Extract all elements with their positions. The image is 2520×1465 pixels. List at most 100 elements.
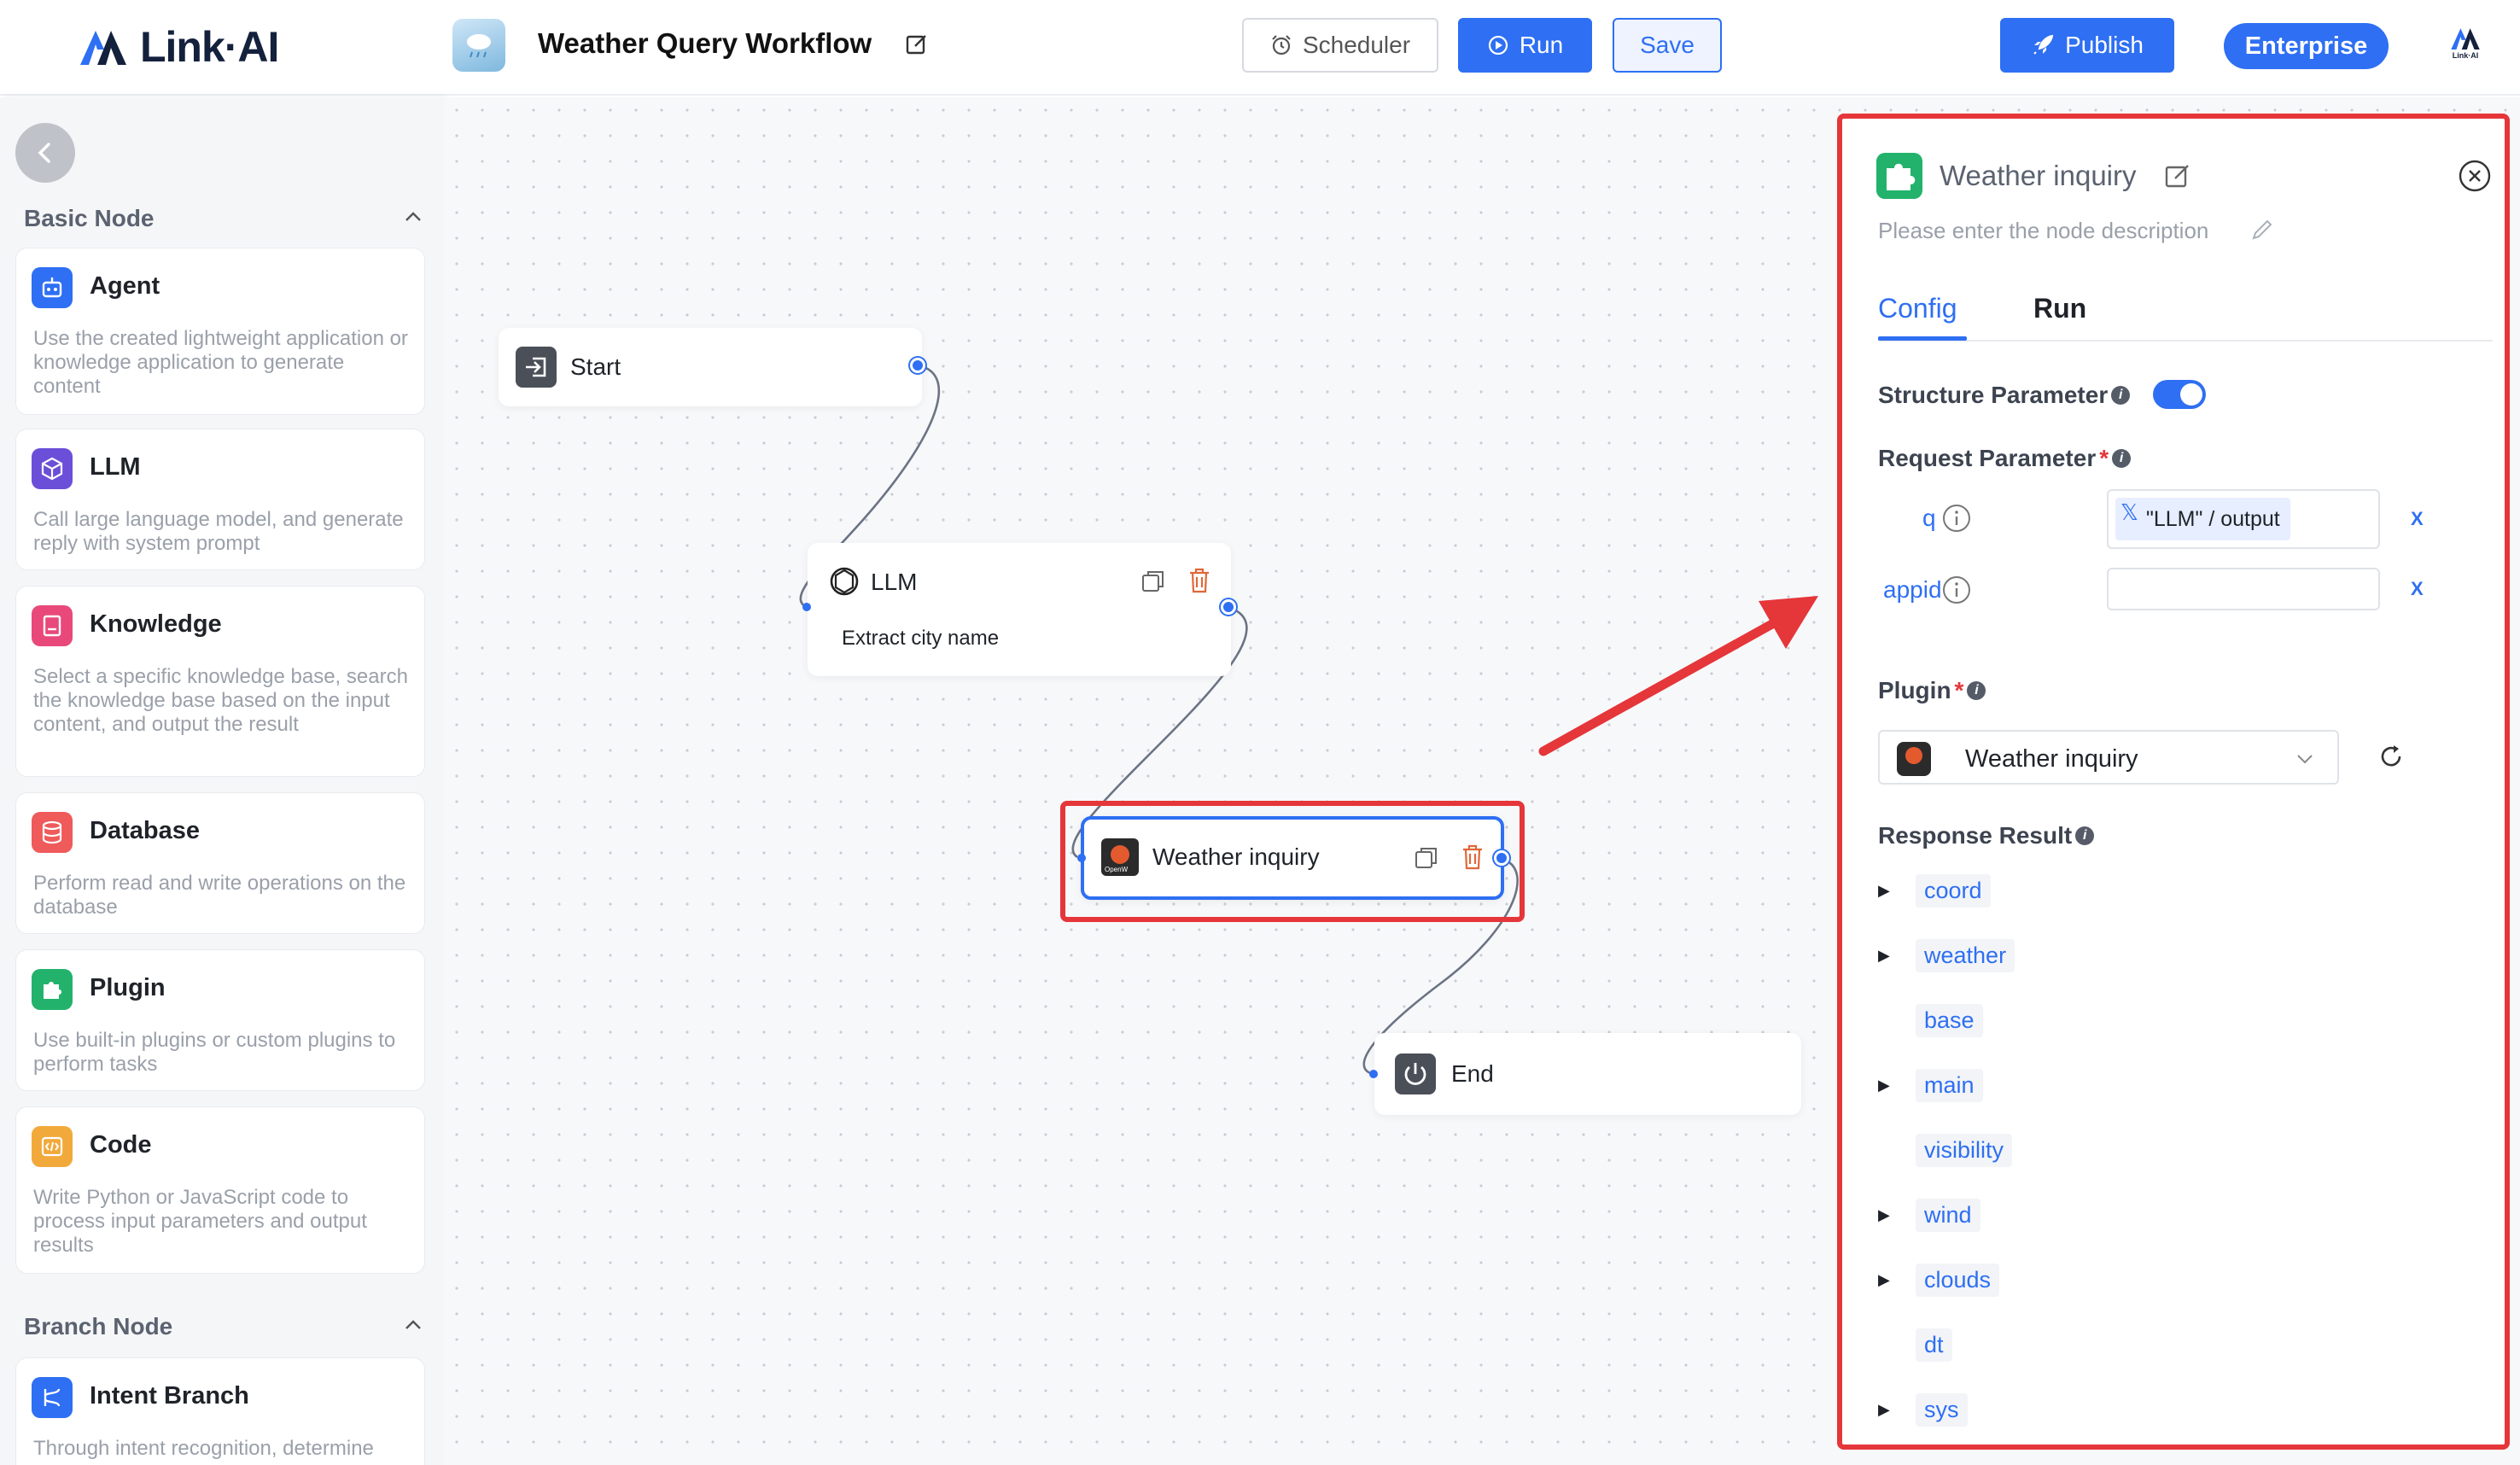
response-field-name: clouds bbox=[1916, 1263, 2000, 1297]
caret-right-icon[interactable]: ▶ bbox=[1878, 1206, 1904, 1224]
sidebar-item-code[interactable]: Code Write Python or JavaScript code to … bbox=[15, 1106, 425, 1274]
collapse-sidebar-button[interactable] bbox=[15, 123, 75, 183]
response-field-wind[interactable]: ▶ wind bbox=[1878, 1196, 1980, 1234]
response-field-clouds[interactable]: ▶ clouds bbox=[1878, 1261, 2000, 1299]
top-bar: Link·AI Weather Query Workflow Scheduler… bbox=[0, 0, 2520, 96]
param-value-appid[interactable] bbox=[2107, 568, 2380, 610]
refresh-icon[interactable] bbox=[2377, 742, 2406, 771]
input-port[interactable] bbox=[1077, 854, 1086, 862]
section-title-branch-node: Branch Node bbox=[24, 1313, 173, 1340]
info-icon[interactable]: i bbox=[2111, 386, 2131, 405]
sidebar-item-database[interactable]: Database Perform read and write operatio… bbox=[15, 792, 425, 934]
info-icon[interactable]: i bbox=[1967, 681, 1986, 700]
user-avatar[interactable]: Link·AI bbox=[2447, 26, 2484, 68]
app-logo[interactable]: Link·AI bbox=[79, 19, 279, 75]
chevron-up-icon[interactable] bbox=[401, 1313, 425, 1337]
param-value-q[interactable]: 𝕏 "LLM" / output bbox=[2107, 489, 2380, 549]
input-port[interactable] bbox=[1369, 1070, 1378, 1078]
sidebar-item-desc: Perform read and write operations on the… bbox=[33, 872, 406, 919]
scheduler-button[interactable]: Scheduler bbox=[1242, 18, 1438, 73]
info-circle-icon[interactable] bbox=[1941, 575, 1972, 605]
app-logo-text: Link·AI bbox=[140, 23, 279, 71]
edit-icon[interactable] bbox=[2163, 161, 2192, 190]
response-field-name: base bbox=[1916, 1003, 1983, 1037]
openweather-logo-icon bbox=[1897, 742, 1931, 776]
info-icon[interactable]: i bbox=[2075, 826, 2095, 845]
response-field-visibility[interactable]: visibility bbox=[1878, 1131, 2013, 1169]
output-port[interactable] bbox=[1221, 599, 1236, 615]
caret-right-icon[interactable]: ▶ bbox=[1878, 1271, 1904, 1289]
plugin-label: Plugin * i bbox=[1878, 677, 1986, 704]
sidebar-item-llm[interactable]: LLM Call large language model, and gener… bbox=[15, 429, 425, 570]
node-title: End bbox=[1451, 1060, 1494, 1087]
response-result-text: Response Result bbox=[1878, 822, 2073, 849]
save-button[interactable]: Save bbox=[1613, 18, 1722, 73]
publish-button[interactable]: Publish bbox=[2000, 18, 2174, 73]
caret-right-icon[interactable]: ▶ bbox=[1878, 882, 1904, 900]
response-field-sys[interactable]: ▶ sys bbox=[1878, 1391, 1968, 1428]
node-llm[interactable]: LLM Extract city name bbox=[802, 543, 1236, 676]
node-description-placeholder[interactable]: Please enter the node description bbox=[1878, 218, 2208, 244]
puzzle-icon bbox=[32, 969, 73, 1010]
plugin-select[interactable]: Weather inquiry bbox=[1878, 730, 2339, 785]
sidebar-item-desc: Call large language model, and generate … bbox=[33, 508, 404, 555]
response-field-name: weather bbox=[1916, 938, 2015, 972]
structure-parameter-text: Structure Parameter bbox=[1878, 382, 2109, 408]
tab-run[interactable]: Run bbox=[2033, 293, 2086, 324]
tab-config[interactable]: Config bbox=[1878, 293, 1957, 324]
node-end[interactable]: End bbox=[1369, 1033, 1801, 1115]
node-title: Weather inquiry bbox=[1152, 843, 1320, 870]
alarm-clock-icon bbox=[1272, 35, 1291, 55]
info-icon[interactable]: i bbox=[2112, 449, 2132, 468]
chevron-left-icon bbox=[38, 143, 50, 163]
openweather-logo-icon: OpenW bbox=[1101, 838, 1139, 876]
caret-right-icon[interactable]: ▶ bbox=[1878, 1401, 1904, 1419]
response-field-coord[interactable]: ▶ coord bbox=[1878, 872, 1991, 909]
chevron-up-icon[interactable] bbox=[401, 205, 425, 229]
node-start[interactable]: Start bbox=[499, 328, 925, 406]
run-button[interactable]: Run bbox=[1458, 18, 1592, 73]
sidebar-item-intent-branch[interactable]: Intent Branch Through intent recognition… bbox=[15, 1357, 425, 1465]
insert-variable-button[interactable]: X bbox=[2411, 578, 2424, 600]
workflow-avatar[interactable] bbox=[452, 19, 505, 72]
sidebar-item-plugin[interactable]: Plugin Use built-in plugins or custom pl… bbox=[15, 949, 425, 1091]
code-icon bbox=[32, 1126, 73, 1167]
play-circle-icon bbox=[1488, 35, 1508, 55]
request-parameter-label: Request Parameter * i bbox=[1878, 445, 2132, 472]
output-port[interactable] bbox=[1494, 850, 1509, 866]
sidebar-item-desc: Use built-in plugins or custom plugins t… bbox=[33, 1029, 396, 1076]
response-field-name: wind bbox=[1916, 1198, 1980, 1232]
plugin-puzzle-icon bbox=[1876, 153, 1922, 199]
run-label: Run bbox=[1519, 32, 1564, 58]
enterprise-button[interactable]: Enterprise bbox=[2224, 23, 2389, 69]
insert-variable-button[interactable]: X bbox=[2411, 508, 2424, 530]
node-library-sidebar: Basic Node Agent Use the created lightwe… bbox=[0, 97, 444, 1465]
copy-icon[interactable] bbox=[1414, 845, 1439, 871]
enter-icon bbox=[516, 347, 557, 388]
sidebar-item-agent[interactable]: Agent Use the created lightweight applic… bbox=[15, 248, 425, 415]
sidebar-item-title: Database bbox=[90, 817, 200, 844]
openai-icon bbox=[830, 567, 859, 596]
trash-icon[interactable] bbox=[1187, 567, 1212, 594]
edit-title-icon[interactable] bbox=[905, 32, 929, 56]
caret-right-icon[interactable]: ▶ bbox=[1878, 947, 1904, 965]
node-weather-inquiry[interactable]: OpenW Weather inquiry bbox=[1077, 816, 1509, 900]
close-icon[interactable] bbox=[2457, 158, 2493, 194]
response-field-dt[interactable]: dt bbox=[1878, 1326, 1952, 1363]
save-label: Save bbox=[1640, 32, 1695, 58]
copy-icon[interactable] bbox=[1140, 569, 1166, 594]
sidebar-item-knowledge[interactable]: Knowledge Select a specific knowledge ba… bbox=[15, 586, 425, 777]
input-port[interactable] bbox=[802, 603, 811, 611]
variable-chip[interactable]: 𝕏 "LLM" / output bbox=[2115, 498, 2290, 540]
publish-label: Publish bbox=[2065, 32, 2144, 58]
response-field-weather[interactable]: ▶ weather bbox=[1878, 937, 2015, 974]
response-field-base[interactable]: base bbox=[1878, 1001, 1983, 1039]
pencil-icon[interactable] bbox=[2250, 218, 2274, 242]
caret-right-icon[interactable]: ▶ bbox=[1878, 1077, 1904, 1094]
response-field-main[interactable]: ▶ main bbox=[1878, 1066, 1983, 1104]
trash-icon[interactable] bbox=[1460, 843, 1485, 871]
structure-parameter-toggle[interactable] bbox=[2153, 380, 2206, 409]
output-port[interactable] bbox=[910, 358, 925, 373]
node-config-panel: Weather inquiry Please enter the node de… bbox=[1837, 114, 2510, 1450]
info-circle-icon[interactable] bbox=[1941, 503, 1972, 534]
